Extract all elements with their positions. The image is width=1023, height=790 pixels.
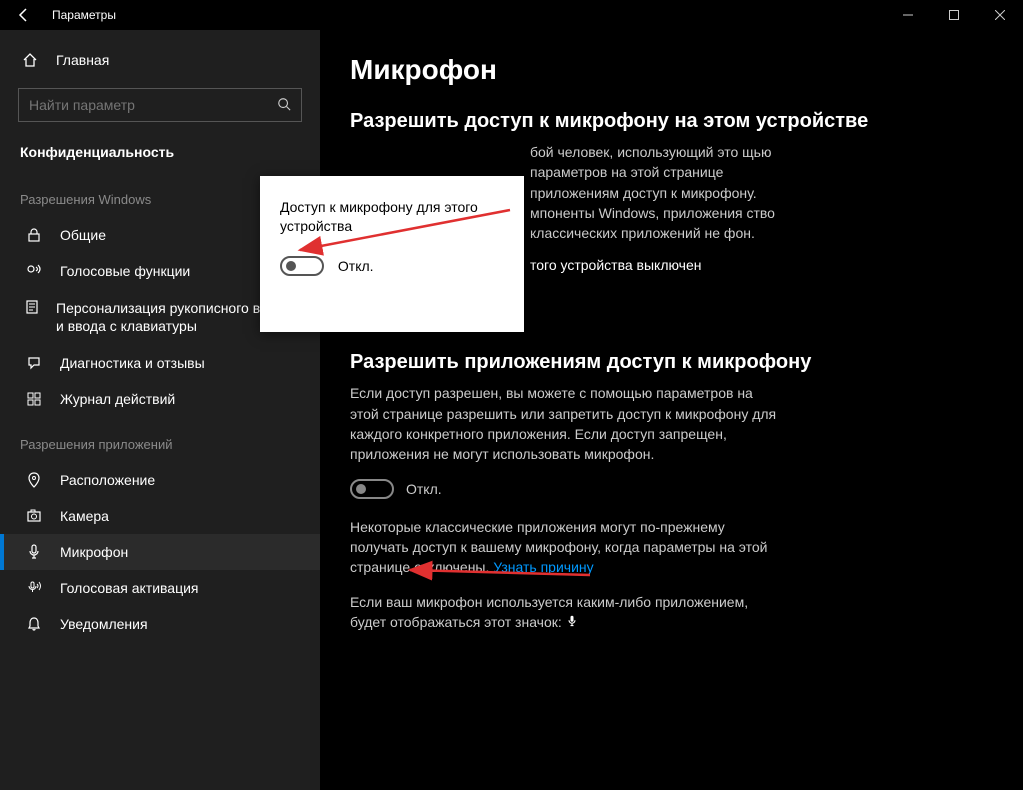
device-access-popup: Доступ к микрофону для этого устройства … bbox=[260, 176, 524, 332]
sidebar-group-apps: Разрешения приложений bbox=[0, 417, 320, 462]
search-box[interactable] bbox=[18, 88, 302, 122]
search-input[interactable] bbox=[29, 97, 277, 113]
sidebar-item-diagnostics[interactable]: Диагностика и отзывы bbox=[0, 345, 320, 381]
close-button[interactable] bbox=[977, 0, 1023, 30]
popup-toggle[interactable] bbox=[280, 256, 324, 276]
sidebar-item-label: Голосовые функции bbox=[60, 263, 190, 279]
content-pane: Микрофон Разрешить доступ к микрофону на… bbox=[320, 30, 1023, 790]
page-title: Микрофон bbox=[350, 54, 993, 86]
popup-title: Доступ к микрофону для этого устройства bbox=[280, 198, 504, 236]
clipboard-icon bbox=[24, 299, 40, 315]
sidebar-item-label: Общие bbox=[60, 227, 106, 243]
lock-icon bbox=[24, 227, 44, 243]
voice-activation-icon bbox=[24, 580, 44, 596]
titlebar: Параметры bbox=[0, 0, 1023, 30]
sidebar-item-label: Уведомления bbox=[60, 616, 148, 632]
sidebar-item-label: Камера bbox=[60, 508, 109, 524]
microphone-icon bbox=[24, 544, 44, 560]
classic-apps-note: Некоторые классические приложения могут … bbox=[350, 517, 780, 578]
sidebar-item-label: Расположение bbox=[60, 472, 155, 488]
sidebar-item-microphone[interactable]: Микрофон bbox=[0, 534, 320, 570]
home-icon bbox=[20, 52, 40, 68]
usage-indicator-note: Если ваш микрофон используется каким-либ… bbox=[350, 592, 780, 634]
sidebar: Главная Конфиденциальность Разрешения Wi… bbox=[0, 30, 320, 790]
section-apps-access-heading: Разрешить приложениям доступ к микрофону bbox=[350, 349, 993, 375]
sidebar-item-home[interactable]: Главная bbox=[0, 42, 320, 78]
apps-access-toggle[interactable] bbox=[350, 479, 394, 499]
sidebar-item-label: Микрофон bbox=[60, 544, 128, 560]
feedback-icon bbox=[24, 355, 44, 371]
sidebar-item-voice-activation[interactable]: Голосовая активация bbox=[0, 570, 320, 606]
sidebar-item-location[interactable]: Расположение bbox=[0, 462, 320, 498]
app-title: Параметры bbox=[52, 8, 116, 22]
sidebar-item-label: Главная bbox=[56, 52, 109, 68]
minimize-button[interactable] bbox=[885, 0, 931, 30]
sidebar-section-title: Конфиденциальность bbox=[0, 136, 320, 172]
sidebar-item-label: Диагностика и отзывы bbox=[60, 355, 205, 371]
microphone-icon bbox=[566, 613, 578, 633]
sidebar-item-notifications[interactable]: Уведомления bbox=[0, 606, 320, 642]
speech-icon bbox=[24, 263, 44, 279]
bell-icon bbox=[24, 616, 44, 632]
maximize-button[interactable] bbox=[931, 0, 977, 30]
camera-icon bbox=[24, 508, 44, 524]
section-device-access-heading: Разрешить доступ к микрофону на этом уст… bbox=[350, 108, 993, 134]
section-apps-access-desc: Если доступ разрешен, вы можете с помощь… bbox=[350, 383, 780, 464]
sidebar-item-label: Голосовая активация bbox=[60, 580, 199, 596]
sidebar-item-camera[interactable]: Камера bbox=[0, 498, 320, 534]
window-controls bbox=[885, 0, 1023, 30]
sidebar-item-label: Журнал действий bbox=[60, 391, 175, 407]
sidebar-item-activity[interactable]: Журнал действий bbox=[0, 381, 320, 417]
back-button[interactable] bbox=[8, 0, 40, 30]
location-icon bbox=[24, 472, 44, 488]
learn-why-link[interactable]: Узнать причину bbox=[493, 559, 593, 575]
popup-toggle-state: Откл. bbox=[338, 258, 374, 274]
apps-access-toggle-state: Откл. bbox=[406, 481, 442, 497]
search-icon bbox=[277, 97, 291, 114]
activity-icon bbox=[24, 391, 44, 407]
